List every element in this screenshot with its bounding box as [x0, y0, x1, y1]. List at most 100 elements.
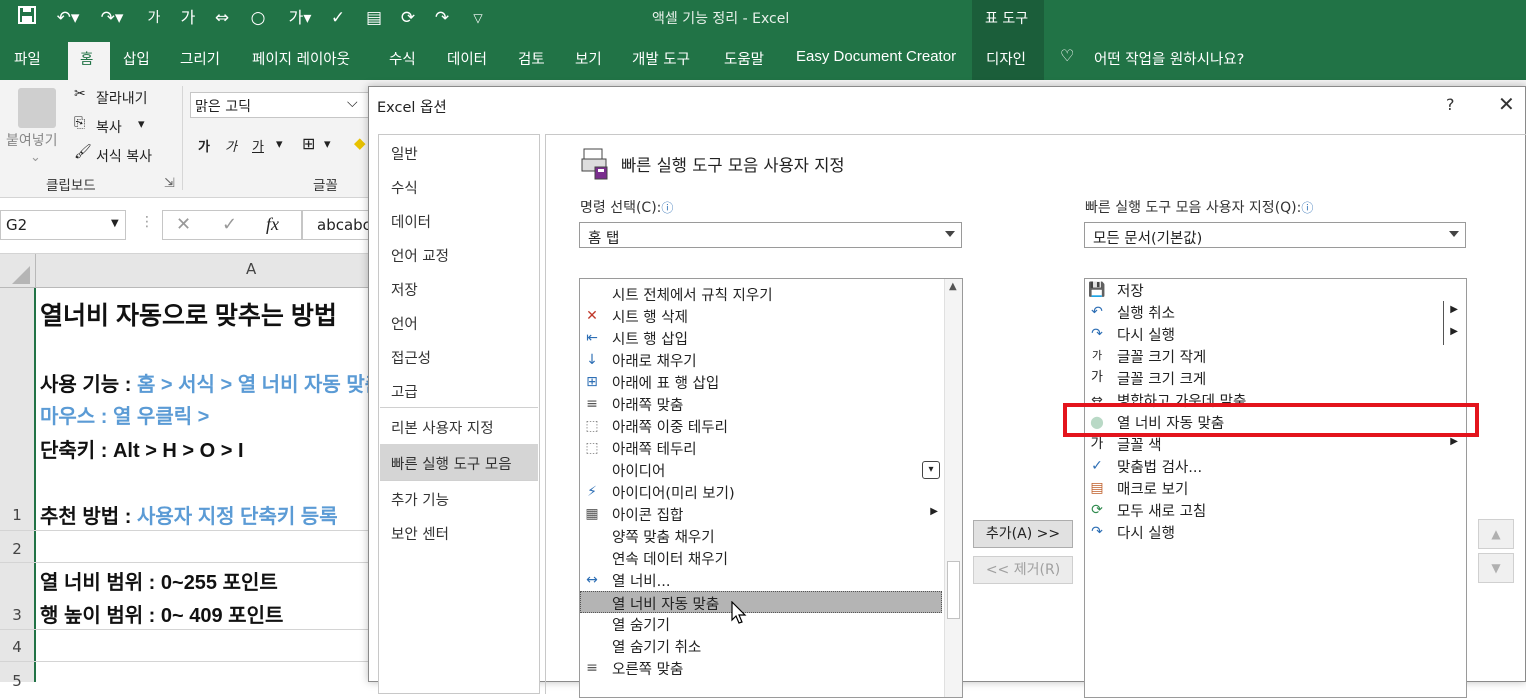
format-painter-button[interactable]: 서식 복사	[96, 146, 152, 166]
tab-formulas[interactable]: 수식	[389, 48, 416, 69]
enter-icon[interactable]: ✓	[222, 214, 237, 235]
redo-icon[interactable]: ↷	[430, 6, 454, 30]
move-down-button[interactable]: ▼	[1478, 553, 1514, 583]
nav-item-save[interactable]: 저장	[391, 279, 418, 300]
command-list[interactable]: 시트 전체에서 규칙 지우기 ✕ 시트 행 삭제 ⇤ 시트 행 삽입 ↓ 아래로 채우…	[579, 278, 963, 698]
tab-review[interactable]: 검토	[518, 48, 545, 69]
font-color-icon[interactable]: 가▾	[282, 6, 318, 30]
underline-dropdown-icon[interactable]: ▾	[276, 137, 283, 152]
list-item[interactable]: 가 글꼴 크기 크게	[1085, 367, 1466, 389]
tab-help[interactable]: 도움말	[724, 48, 764, 69]
border-icon[interactable]: ⊞	[302, 134, 315, 153]
list-item[interactable]: ▦ 아이콘 집합 ▶	[580, 503, 962, 525]
select-all-corner[interactable]	[0, 254, 36, 288]
list-item[interactable]: ▤ 매크로 보기	[1085, 477, 1466, 499]
help-button[interactable]: ?	[1446, 95, 1455, 114]
command-list-scrollbar[interactable]: ▲	[944, 279, 962, 697]
nav-item-accessibility[interactable]: 접근성	[391, 347, 431, 368]
list-item[interactable]: 열 숨기기	[580, 613, 962, 635]
list-item[interactable]: 시트 전체에서 규칙 지우기	[580, 283, 962, 305]
name-box[interactable]: G2 ▼	[0, 210, 126, 240]
nav-item-general[interactable]: 일반	[391, 143, 418, 164]
column-header-a[interactable]: A	[36, 254, 380, 288]
row-header-5[interactable]: 5	[0, 672, 34, 690]
list-item[interactable]: 💾 저장	[1085, 279, 1466, 301]
nav-item-customize-ribbon[interactable]: 리본 사용자 지정	[391, 417, 494, 438]
insert-function-icon[interactable]: fx	[266, 214, 279, 235]
clipboard-launcher-icon[interactable]: ⇲	[164, 176, 175, 191]
cut-button[interactable]: 잘라내기	[96, 88, 148, 108]
underline-button[interactable]: 가	[252, 136, 264, 155]
row-header-4[interactable]: 4	[0, 638, 34, 656]
tab-home[interactable]: 홈	[80, 48, 93, 69]
tell-me-search[interactable]: 어떤 작업을 원하시나요?	[1094, 48, 1244, 69]
scroll-up-icon[interactable]: ▲	[949, 281, 957, 292]
tab-design[interactable]: 디자인	[986, 48, 1026, 69]
list-item[interactable]: ≡ 아래쪽 맞춤	[580, 393, 962, 415]
fill-color-icon[interactable]: ◆	[354, 134, 366, 152]
tab-data[interactable]: 데이터	[447, 48, 487, 69]
nav-item-data[interactable]: 데이터	[391, 211, 431, 232]
list-item[interactable]: ↓ 아래로 채우기	[580, 349, 962, 371]
autofit-circle-icon[interactable]: ○	[246, 6, 270, 30]
nav-item-formulas[interactable]: 수식	[391, 177, 418, 198]
undo-icon[interactable]: ↶▾	[52, 6, 84, 30]
list-item[interactable]: ✕ 시트 행 삭제	[580, 305, 962, 327]
refresh-all-icon[interactable]: ⟳	[396, 6, 420, 30]
list-item[interactable]: ↶ 실행 취소 ▶	[1085, 301, 1466, 323]
save-icon[interactable]	[16, 6, 38, 30]
list-item[interactable]: ⬚ 아래쪽 테두리	[580, 437, 962, 459]
font-smaller-icon[interactable]: 가	[142, 6, 166, 30]
copy-button[interactable]: 복사	[96, 117, 122, 137]
list-item[interactable]: ≡ 오른쪽 맞춤	[580, 657, 962, 679]
list-item[interactable]: ✓ 맞춤법 검사...	[1085, 455, 1466, 477]
list-item[interactable]: 양쪽 맞춤 채우기	[580, 525, 962, 547]
border-dropdown-icon[interactable]: ▾	[324, 137, 331, 152]
list-item[interactable]: 열 숨기기 취소	[580, 635, 962, 657]
nav-item-language[interactable]: 언어	[391, 313, 418, 334]
list-item[interactable]: ⬚ 아래쪽 이중 테두리	[580, 415, 962, 437]
redo-icon[interactable]: ↷▾	[96, 6, 128, 30]
list-item[interactable]: ↷ 다시 실행 ▶	[1085, 323, 1466, 345]
macro-icon[interactable]: ▤	[362, 6, 386, 30]
nav-item-add-ins[interactable]: 추가 기능	[391, 489, 449, 510]
paste-dropdown-icon[interactable]: ⌄	[30, 150, 41, 165]
nav-item-quick-access-toolbar[interactable]: 빠른 실행 도구 모음	[391, 453, 512, 474]
list-item[interactable]: ⚡ 아이디어(미리 보기)	[580, 481, 962, 503]
qat-target-combo[interactable]: 모든 문서(기본값)	[1084, 222, 1466, 248]
tab-easy-document-creator[interactable]: Easy Document Creator	[796, 48, 956, 65]
remove-button[interactable]: << 제거(R)	[973, 556, 1073, 584]
customize-qat-icon[interactable]: ▽	[468, 6, 488, 30]
nav-item-advanced[interactable]: 고급	[391, 381, 418, 402]
row-header-3[interactable]: 3	[0, 606, 34, 624]
close-button[interactable]: ✕	[1498, 92, 1515, 116]
tab-developer[interactable]: 개발 도구	[632, 48, 690, 69]
copy-dropdown-icon[interactable]: ▾	[138, 117, 145, 132]
move-up-button[interactable]: ▲	[1478, 519, 1514, 549]
scroll-thumb[interactable]	[947, 561, 960, 619]
tab-insert[interactable]: 삽입	[123, 48, 150, 69]
list-item[interactable]: ⇤ 시트 행 삽입	[580, 327, 962, 349]
spelling-icon[interactable]: ✓	[326, 6, 350, 30]
nav-item-trust-center[interactable]: 보안 센터	[391, 523, 449, 544]
cancel-icon[interactable]: ✕	[176, 214, 191, 235]
add-button[interactable]: 추가(A) >>	[973, 520, 1073, 548]
paste-button[interactable]: 붙여넣기	[6, 130, 58, 150]
list-item[interactable]: 아이디어 ▾	[580, 459, 962, 481]
tab-page-layout[interactable]: 페이지 레이아웃	[252, 48, 350, 69]
tab-draw[interactable]: 그리기	[180, 48, 220, 69]
qat-item-list[interactable]: 💾 저장 ↶ 실행 취소 ▶ ↷ 다시 실행 ▶ 가 글꼴 크기 작게 가 글꼴 크기 크…	[1084, 278, 1467, 698]
list-item[interactable]: 연속 데이터 채우기	[580, 547, 962, 569]
list-item[interactable]: ↔ 열 너비...	[580, 569, 962, 591]
list-item[interactable]: ⊞ 아래에 표 행 삽입	[580, 371, 962, 393]
list-item[interactable]: 가 글꼴 크기 작게	[1085, 345, 1466, 367]
list-item[interactable]: ⟳ 모두 새로 고침	[1085, 499, 1466, 521]
font-larger-icon[interactable]: 가	[176, 6, 200, 30]
nav-item-proofing[interactable]: 언어 교정	[391, 245, 449, 266]
italic-button[interactable]: 가	[225, 136, 237, 155]
tab-view[interactable]: 보기	[575, 48, 602, 69]
clipboard-paste-icon[interactable]	[18, 88, 56, 128]
row-header-2[interactable]: 2	[0, 540, 34, 558]
bold-button[interactable]: 가	[198, 136, 210, 155]
tab-file[interactable]: 파일	[14, 48, 41, 69]
